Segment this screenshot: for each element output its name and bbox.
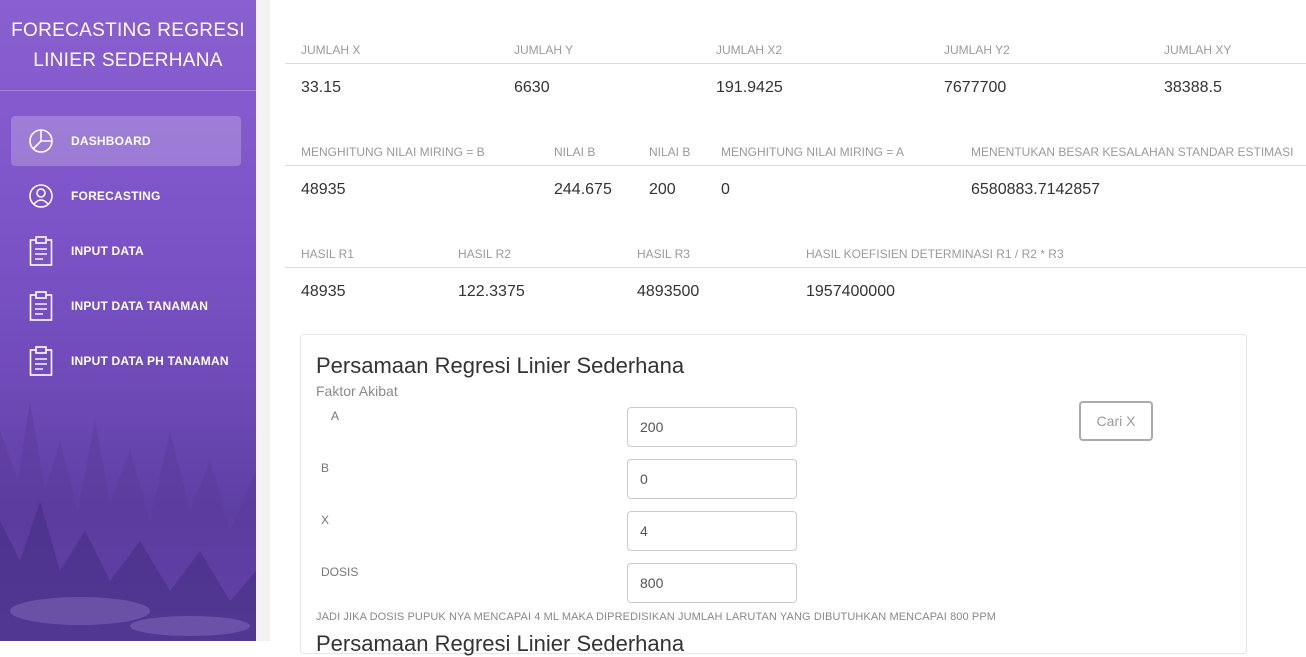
table-header: HASIL R3	[637, 247, 690, 261]
table-header: NILAI B	[554, 145, 596, 159]
pie-chart-icon	[11, 128, 71, 154]
table-cell: 33.15	[301, 79, 342, 96]
sidebar-item-input-data-ph-tanaman[interactable]: INPUT DATA PH TANAMAN	[11, 336, 241, 386]
cari-x-button[interactable]: Cari X	[1079, 401, 1153, 441]
table-header: JUMLAH Y	[514, 43, 574, 57]
sidebar-item-input-data[interactable]: INPUT DATA	[11, 226, 241, 276]
table-cell: 0	[721, 181, 730, 198]
sidebar-item-input-data-tanaman[interactable]: INPUT DATA TANAMAN	[11, 281, 241, 331]
brand-line-1: FORECASTING REGRESI	[11, 20, 245, 41]
prediction-note: JADI JIKA DOSIS PUPUK NYA MENCAPAI 4 ML …	[316, 611, 997, 623]
table-cell: 7677700	[944, 79, 1007, 96]
table-divider	[285, 63, 1306, 64]
a-input[interactable]: 200	[627, 407, 797, 447]
table-header: JUMLAH X	[301, 43, 361, 57]
app-brand-title: FORECASTING REGRESI LINIER SEDERHANA	[0, 16, 256, 76]
table-header: MENGHITUNG NILAI MIRING = B	[301, 145, 485, 159]
sidebar-item-forecasting[interactable]: FORECASTING	[11, 171, 241, 221]
table-header: HASIL R1	[301, 247, 354, 261]
table-header: HASIL KOEFISIEN DETERMINASI R1 / R2 * R3	[806, 247, 1064, 261]
x-input[interactable]: 4	[627, 511, 797, 551]
brand-line-2: LINIER SEDERHANA	[33, 50, 223, 71]
field-label-dosis: DOSIS	[321, 565, 359, 579]
table-cell: 200	[649, 181, 676, 198]
table-cell: 48935	[301, 283, 346, 300]
next-card-title: Persamaan Regresi Linier Sederhana	[316, 631, 685, 656]
sidebar-item-label: FORECASTING	[71, 189, 161, 203]
sidebar-item-dashboard[interactable]: DASHBOARD	[11, 116, 241, 166]
table-divider	[285, 267, 1306, 268]
regression-card: Persamaan Regresi Linier Sederhana Fakto…	[300, 334, 1247, 656]
table-cell: 6630	[514, 79, 550, 96]
table-cell: 191.9425	[716, 79, 783, 96]
table-cell: 38388.5	[1164, 79, 1222, 96]
dosis-input[interactable]: 800	[627, 563, 797, 603]
clipboard-icon	[11, 346, 71, 376]
card-subtitle: Faktor Akibat	[316, 383, 398, 399]
field-label-x: X	[321, 513, 330, 527]
table-header: JUMLAH Y2	[944, 43, 1010, 57]
table-header: JUMLAH X2	[716, 43, 783, 57]
clipboard-icon	[11, 236, 71, 266]
sidebar-item-label: INPUT DATA	[71, 244, 144, 258]
table-header: NILAI B	[649, 145, 691, 159]
user-icon	[11, 183, 71, 209]
table-cell: 1957400000	[806, 283, 895, 300]
table-cell: 122.3375	[458, 283, 525, 300]
table-cell: 244.675	[554, 181, 612, 198]
brand-divider	[0, 90, 256, 91]
sidebar: FORECASTING REGRESI LINIER SEDERHANA DAS…	[0, 0, 256, 641]
main-content: JUMLAH X JUMLAH Y JUMLAH X2 JUMLAH Y2 JU…	[270, 0, 1306, 656]
table-cell: 48935	[301, 181, 346, 198]
table-header: JUMLAH XY	[1164, 43, 1232, 57]
b-input[interactable]: 0	[627, 459, 797, 499]
table-divider	[285, 165, 1306, 166]
table-header: MENGHITUNG NILAI MIRING = A	[721, 145, 905, 159]
sidebar-item-label: INPUT DATA PH TANAMAN	[71, 354, 229, 368]
table-header: HASIL R2	[458, 247, 511, 261]
table-cell: 6580883.7142857	[971, 181, 1101, 198]
field-label-a: A	[331, 409, 340, 423]
card-title: Persamaan Regresi Linier Sederhana	[316, 353, 685, 378]
table-header: MENENTUKAN BESAR KESALAHAN STANDAR ESTIM…	[971, 145, 1294, 159]
sidebar-edge	[256, 0, 270, 641]
forest-background-image	[0, 401, 256, 641]
clipboard-icon	[11, 291, 71, 321]
table-cell: 4893500	[637, 283, 700, 300]
sidebar-item-label: DASHBOARD	[71, 134, 151, 148]
sidebar-item-label: INPUT DATA TANAMAN	[71, 299, 209, 313]
field-label-b: B	[321, 461, 330, 475]
